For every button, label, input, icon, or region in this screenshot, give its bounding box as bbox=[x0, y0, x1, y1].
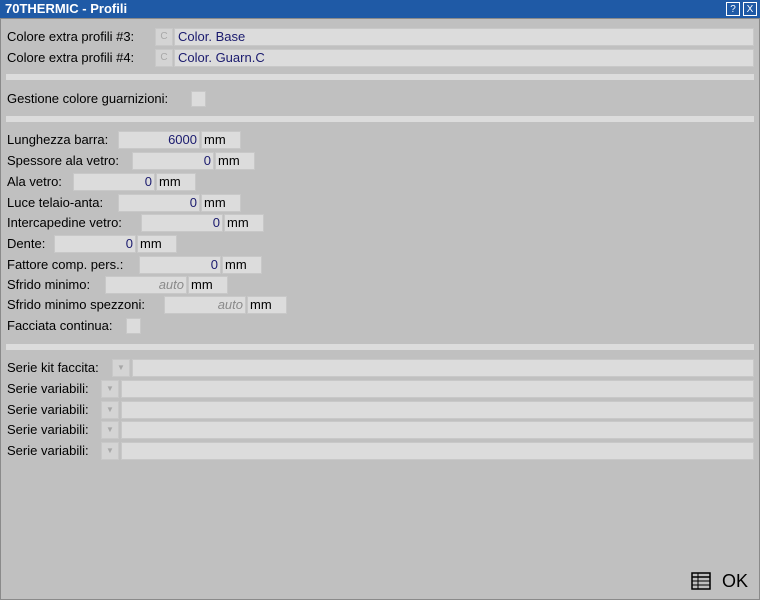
serie-var4-field[interactable] bbox=[121, 442, 754, 460]
serie-var1-label: Serie variabili: bbox=[7, 381, 89, 396]
spessore-input[interactable]: 0 bbox=[132, 152, 214, 170]
dente-input[interactable]: 0 bbox=[54, 235, 136, 253]
dente-unit: mm bbox=[137, 235, 177, 253]
sfrido-input[interactable]: auto bbox=[105, 276, 187, 294]
color3-label: Colore extra profili #3: bbox=[7, 29, 135, 44]
help-button[interactable]: ? bbox=[726, 2, 740, 16]
spessore-label: Spessore ala vetro: bbox=[7, 153, 120, 168]
serie-var3-label: Serie variabili: bbox=[7, 422, 89, 437]
separator bbox=[6, 116, 754, 122]
gestione-label: Gestione colore guarnizioni: bbox=[7, 91, 169, 106]
fattore-unit: mm bbox=[222, 256, 262, 274]
fattore-input[interactable]: 0 bbox=[139, 256, 221, 274]
luce-unit: mm bbox=[201, 194, 241, 212]
title-bar: 70THERMIC - Profili ? X bbox=[0, 0, 760, 18]
facciata-label: Facciata continua: bbox=[7, 318, 113, 333]
luce-input[interactable]: 0 bbox=[118, 194, 200, 212]
lunghezza-unit: mm bbox=[201, 131, 241, 149]
serie-var2-label: Serie variabili: bbox=[7, 402, 89, 417]
separator bbox=[6, 74, 754, 80]
window-title: 70THERMIC - Profili bbox=[5, 1, 128, 16]
color4-label: Colore extra profili #4: bbox=[7, 50, 135, 65]
intercapedine-label: Intercapedine vetro: bbox=[7, 215, 122, 230]
ala-label: Ala vetro: bbox=[7, 174, 62, 189]
ala-input[interactable]: 0 bbox=[73, 173, 155, 191]
serie-kit-field[interactable] bbox=[132, 359, 754, 377]
fattore-label: Fattore comp. pers.: bbox=[7, 257, 124, 272]
chevron-down-icon[interactable]: ▼ bbox=[101, 442, 119, 460]
spessore-unit: mm bbox=[215, 152, 255, 170]
sfrido-spezzoni-unit: mm bbox=[247, 296, 287, 314]
luce-label: Luce telaio-anta: bbox=[7, 195, 104, 210]
sfrido-spezzoni-label: Sfrido minimo spezzoni: bbox=[7, 297, 145, 312]
lunghezza-input[interactable]: 6000 bbox=[118, 131, 200, 149]
color4-field[interactable]: Color. Guarn.C bbox=[174, 49, 754, 67]
serie-var1-field[interactable] bbox=[121, 380, 754, 398]
serie-var3-field[interactable] bbox=[121, 421, 754, 439]
lunghezza-label: Lunghezza barra: bbox=[7, 132, 109, 147]
gestione-checkbox[interactable] bbox=[191, 91, 206, 107]
serie-var2-field[interactable] bbox=[121, 401, 754, 419]
close-button[interactable]: X bbox=[743, 2, 757, 16]
sfrido-unit: mm bbox=[188, 276, 228, 294]
serie-var4-label: Serie variabili: bbox=[7, 443, 89, 458]
intercapedine-input[interactable]: 0 bbox=[141, 214, 223, 232]
table-icon[interactable] bbox=[690, 570, 712, 592]
sfrido-spezzoni-input[interactable]: auto bbox=[164, 296, 246, 314]
dente-label: Dente: bbox=[7, 236, 46, 251]
intercapedine-unit: mm bbox=[224, 214, 264, 232]
ok-button[interactable]: OK bbox=[722, 570, 748, 592]
chevron-down-icon[interactable]: ▼ bbox=[101, 401, 119, 419]
chevron-down-icon[interactable]: ▼ bbox=[101, 380, 119, 398]
serie-kit-label: Serie kit faccita: bbox=[7, 360, 99, 375]
color3-picker-button[interactable]: C bbox=[155, 28, 173, 46]
facciata-checkbox[interactable] bbox=[126, 318, 141, 334]
chevron-down-icon[interactable]: ▼ bbox=[101, 421, 119, 439]
sfrido-label: Sfrido minimo: bbox=[7, 277, 91, 292]
color4-picker-button[interactable]: C bbox=[155, 49, 173, 67]
color3-field[interactable]: Color. Base bbox=[174, 28, 754, 46]
chevron-down-icon[interactable]: ▼ bbox=[112, 359, 130, 377]
separator bbox=[6, 344, 754, 350]
ala-unit: mm bbox=[156, 173, 196, 191]
